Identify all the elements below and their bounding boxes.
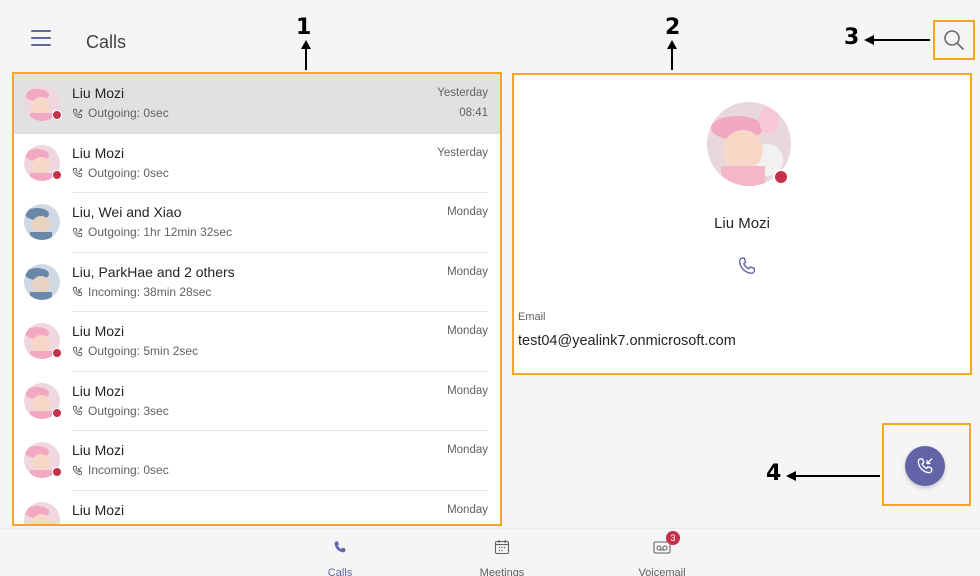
call-contact-button[interactable] — [736, 255, 758, 277]
call-detail: Outgoing: 0sec — [72, 106, 169, 120]
outgoing-call-icon — [72, 108, 83, 118]
call-list-item[interactable]: Liu Mozi Outgoing: 12sec Monday — [14, 491, 500, 526]
presence-status-icon — [52, 348, 62, 358]
search-icon — [944, 30, 964, 50]
nav-meetings-label: Meetings — [479, 567, 525, 576]
call-detail-text: Outgoing: 1hr 12min 32sec — [88, 225, 233, 239]
phone-incoming-icon — [917, 458, 933, 474]
call-date: Monday — [447, 384, 488, 397]
bottom-navigation: Calls Meetings 3 Voicemail — [0, 528, 980, 576]
call-detail: Outgoing: 5min 2sec — [72, 344, 198, 358]
call-list-item[interactable]: Liu, Wei and Xiao Outgoing: 1hr 12min 32s… — [14, 193, 500, 253]
caller-avatar — [24, 204, 60, 240]
caller-name: Liu Mozi — [72, 442, 125, 458]
call-list-item[interactable]: Liu Mozi Outgoing: 5min 2sec Monday — [14, 312, 500, 372]
annotation-label-3: 3 — [844, 25, 860, 50]
header: Calls — [0, 10, 980, 72]
caller-name: Liu Mozi — [72, 501, 125, 518]
annotation-arrow-2 — [667, 40, 677, 70]
caller-name: Liu Mozi — [72, 323, 125, 339]
caller-name: Liu, Wei and Xiao — [72, 204, 182, 220]
call-detail-text: Incoming: 0sec — [88, 463, 169, 477]
call-detail-text: Outgoing: 3sec — [88, 403, 169, 418]
caller-name: Liu Mozi — [72, 382, 125, 399]
caller-avatar — [24, 501, 60, 524]
call-list-item[interactable]: Liu Mozi Outgoing: 0sec Yesterday 08:41 — [14, 74, 500, 134]
call-detail-text: Outgoing: 0sec — [88, 165, 169, 180]
phone-icon — [738, 257, 756, 275]
call-date: Monday — [447, 503, 488, 516]
annotation-arrow-4 — [786, 471, 880, 481]
caller-avatar — [24, 263, 60, 300]
nav-calls[interactable]: Calls — [300, 537, 380, 576]
call-date: Monday — [447, 444, 488, 456]
nav-voicemail-label: Voicemail — [638, 567, 686, 576]
call-detail: Outgoing: 0sec — [72, 166, 169, 180]
call-date: Yesterday — [437, 87, 488, 99]
nav-meetings[interactable]: Meetings — [462, 537, 542, 576]
presence-status-icon — [52, 110, 62, 120]
calendar-icon — [494, 540, 510, 555]
presence-status-icon — [52, 467, 62, 477]
presence-status-icon — [52, 407, 62, 418]
call-date: Monday — [447, 325, 488, 337]
fab-highlight — [882, 423, 971, 506]
caller-name: Liu Mozi — [72, 85, 125, 101]
call-detail-text: Incoming: 38min 28sec — [88, 284, 212, 299]
outgoing-call-icon — [72, 524, 83, 526]
voicemail-badge: 3 — [666, 531, 680, 545]
presence-status-icon — [773, 169, 789, 185]
calls-app: Calls 1 2 3 4 Liu Mozi Outgoing: 0sec Yest… — [0, 0, 980, 576]
call-date: Monday — [447, 265, 488, 278]
caller-name: Liu Mozi — [72, 144, 125, 161]
presence-status-icon — [52, 169, 62, 180]
outgoing-call-icon — [72, 227, 83, 237]
call-list-item[interactable]: Liu Mozi Incoming: 0sec Monday — [14, 431, 500, 491]
call-list-item[interactable]: Liu Mozi Outgoing: 0sec Yesterday — [14, 134, 500, 193]
page-title: Calls — [86, 32, 127, 52]
call-date: Monday — [447, 206, 488, 218]
call-detail: Incoming: 38min 28sec — [72, 285, 211, 299]
annotation-arrow-1 — [301, 40, 311, 70]
contact-name: Liu Mozi — [714, 215, 770, 232]
outgoing-call-icon — [72, 167, 83, 178]
dial-pad-button[interactable] — [905, 446, 945, 486]
phone-icon — [334, 541, 346, 553]
call-history-list[interactable]: Liu Mozi Outgoing: 0sec Yesterday 08:41 Liu … — [12, 72, 502, 526]
nav-voicemail[interactable]: 3 Voicemail — [622, 531, 702, 576]
call-date: Yesterday — [437, 146, 488, 159]
annotation-label-4: 4 — [766, 461, 782, 486]
outgoing-call-icon — [72, 346, 83, 356]
call-detail: Outgoing: 1hr 12min 32sec — [72, 225, 232, 239]
menu-icon[interactable] — [31, 30, 51, 48]
annotation-label-1: 1 — [296, 15, 312, 40]
call-list-item[interactable]: Liu, ParkHae and 2 others Incoming: 38min… — [14, 253, 500, 312]
outgoing-call-icon — [72, 405, 83, 416]
call-detail: Incoming: 0sec — [72, 463, 169, 477]
call-detail-text: Outgoing: 12sec — [88, 523, 175, 525]
contact-detail-panel: Liu Mozi Email test04@yealink7.onmicroso… — [512, 73, 972, 375]
incoming-call-icon — [72, 465, 83, 475]
caller-name: Liu, ParkHae and 2 others — [72, 263, 235, 280]
call-time: 08:41 — [459, 107, 488, 119]
nav-calls-label: Calls — [327, 567, 353, 576]
incoming-call-icon — [72, 286, 83, 297]
annotation-arrow-3 — [864, 35, 930, 45]
email-label: Email — [518, 311, 546, 323]
annotation-label-2: 2 — [665, 15, 681, 40]
email-value: test04@yealink7.onmicrosoft.com — [518, 333, 736, 349]
call-detail-text: Outgoing: 5min 2sec — [88, 344, 199, 358]
call-list-item[interactable]: Liu Mozi Outgoing: 3sec Monday — [14, 372, 500, 431]
call-detail-text: Outgoing: 0sec — [88, 106, 169, 120]
call-detail: Outgoing: 12sec — [72, 523, 175, 526]
search-button[interactable] — [933, 20, 975, 60]
call-detail: Outgoing: 3sec — [72, 404, 169, 418]
